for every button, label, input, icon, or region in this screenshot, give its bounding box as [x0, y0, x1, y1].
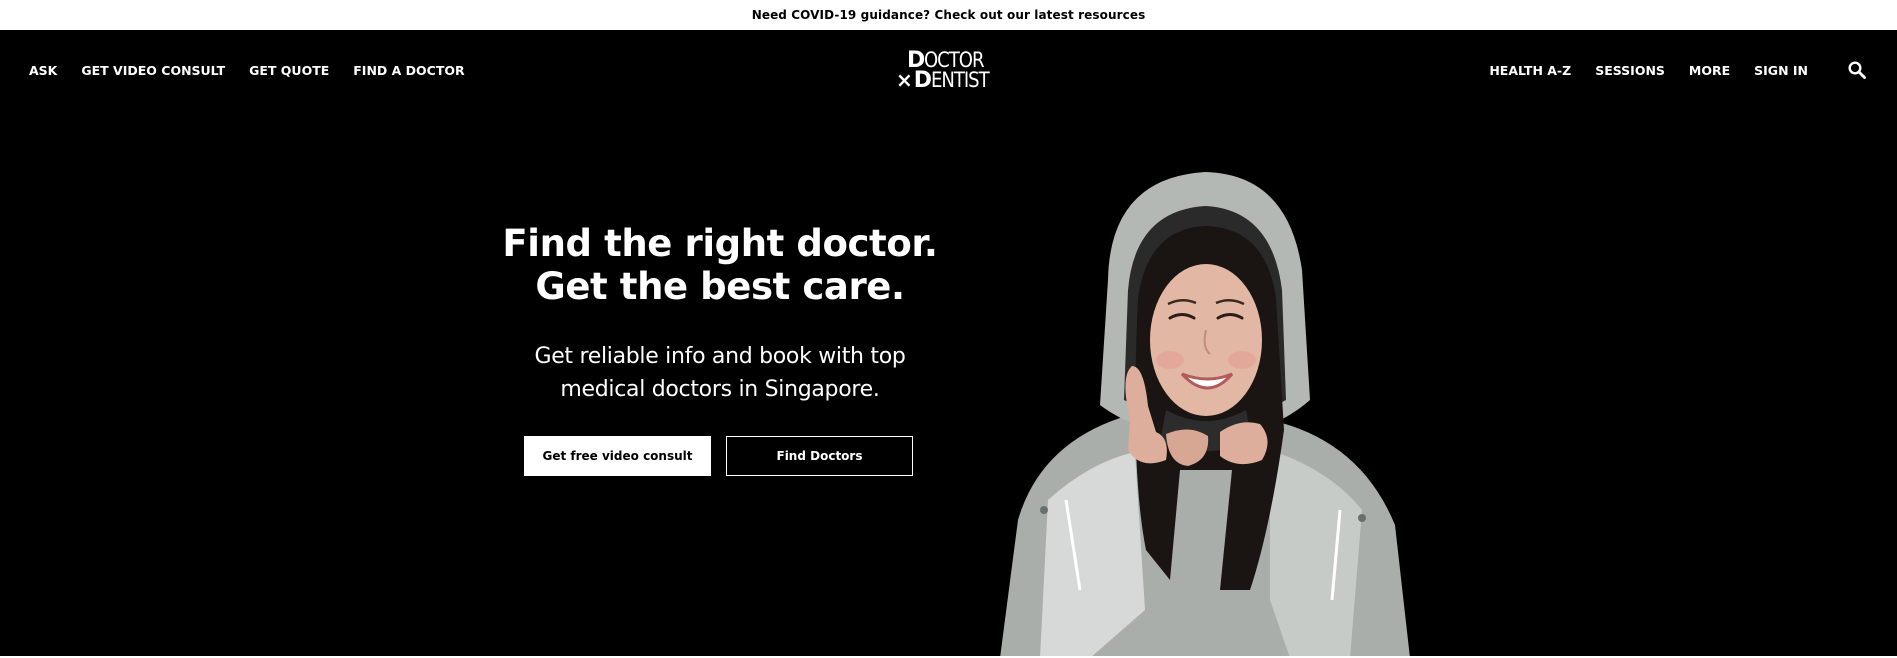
nav-get-quote[interactable]: GET QUOTE: [249, 63, 329, 78]
logo-line-doctor: D OCTOR: [907, 48, 985, 73]
get-free-video-consult-button[interactable]: Get free video consult: [524, 436, 711, 476]
covid-guidance-link[interactable]: Need COVID-19 guidance? Check out our la…: [752, 8, 1146, 22]
logo-line-dentist: × D ENTIST: [896, 68, 990, 93]
hero-headline: Find the right doctor. Get the best care…: [480, 222, 960, 308]
site-header: ASK GET VIDEO CONSULT GET QUOTE FIND A D…: [0, 30, 1897, 110]
nav-ask[interactable]: ASK: [29, 63, 57, 78]
hero-subtext-line2: medical doctors in Singapore.: [560, 377, 880, 402]
nav-sessions[interactable]: SESSIONS: [1595, 63, 1665, 78]
secondary-nav: HEALTH A-Z SESSIONS MORE SIGN IN: [1465, 30, 1897, 110]
hero-headline-line2: Get the best care.: [535, 265, 905, 308]
find-doctors-button[interactable]: Find Doctors: [726, 436, 913, 476]
search-icon[interactable]: [1846, 59, 1868, 81]
announcement-bar: Need COVID-19 guidance? Check out our la…: [0, 0, 1897, 30]
nav-sign-in[interactable]: SIGN IN: [1754, 63, 1808, 78]
hero-subtext: Get reliable info and book with top medi…: [500, 340, 940, 406]
hero-subtext-line1: Get reliable info and book with top: [534, 344, 906, 369]
nav-more[interactable]: MORE: [1689, 63, 1730, 78]
primary-nav: ASK GET VIDEO CONSULT GET QUOTE FIND A D…: [29, 30, 489, 110]
hero-headline-line1: Find the right doctor.: [502, 222, 938, 265]
nav-find-a-doctor[interactable]: FIND A DOCTOR: [353, 63, 464, 78]
nav-get-video-consult[interactable]: GET VIDEO CONSULT: [81, 63, 225, 78]
hero-section: Find the right doctor. Get the best care…: [0, 110, 1897, 658]
site-logo[interactable]: D OCTOR × D ENTIST: [896, 50, 1006, 92]
hero-image: [1000, 172, 1410, 658]
nav-health-a-z[interactable]: HEALTH A-Z: [1489, 63, 1571, 78]
